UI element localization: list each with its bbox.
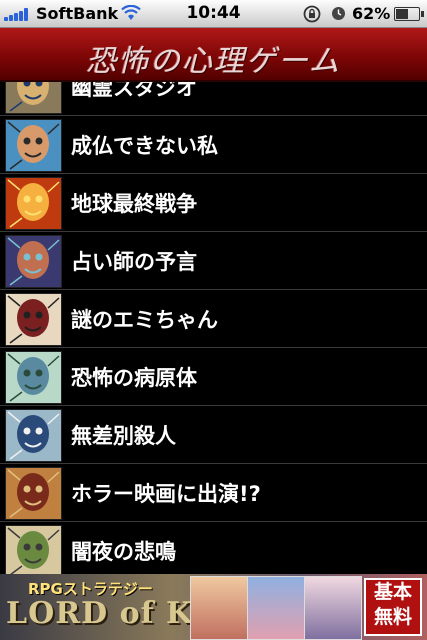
story-thumbnail — [5, 293, 62, 346]
list-item[interactable]: 無差別殺人 — [0, 406, 427, 464]
rotation-lock-icon — [303, 5, 321, 23]
list-item-label: 占い師の予言 — [71, 250, 197, 274]
list-item-label: 闇夜の悲鳴 — [71, 540, 176, 564]
story-thumbnail — [5, 119, 62, 172]
story-thumbnail — [5, 351, 62, 404]
alarm-clock-icon — [332, 7, 345, 20]
status-bar: SoftBank 10:44 62% — [0, 0, 427, 28]
list-item[interactable]: 占い師の予言 — [0, 232, 427, 290]
story-thumbnail — [5, 467, 62, 520]
story-thumbnail — [5, 177, 62, 230]
story-thumbnail — [5, 525, 62, 574]
list-item-label: 幽霊スタジオ — [71, 82, 197, 100]
list-item-label: 謎のエミちゃん — [71, 308, 218, 332]
list-item-label: 地球最終戦争 — [71, 192, 197, 216]
story-list[interactable]: 幽霊スタジオ成仏できない私 地球最終戦争 占い師の予言 謎のエミちゃん 恐怖の病原体 無差… — [0, 82, 427, 574]
story-thumbnail — [5, 235, 62, 288]
list-item[interactable]: 成仏できない私 — [0, 116, 427, 174]
list-item[interactable]: 恐怖の病原体 — [0, 348, 427, 406]
list-item-label: 成仏できない私 — [71, 134, 218, 158]
list-item[interactable]: 謎のエミちゃん — [0, 290, 427, 348]
list-item[interactable]: 闇夜の悲鳴 — [0, 522, 427, 574]
story-thumbnail — [5, 409, 62, 462]
battery-percent: 62% — [352, 4, 391, 23]
title-header: 恐怖の心理ゲーム — [0, 28, 427, 82]
story-thumbnail — [5, 82, 62, 114]
list-item-label: 恐怖の病原体 — [71, 366, 197, 390]
ad-banner[interactable]: RPGストラテジー LORD of KNIGHTS 基本 無料 — [0, 574, 427, 640]
free-to-play-badge: 基本 無料 — [364, 578, 422, 636]
list-item[interactable]: ホラー映画に出演!? — [0, 464, 427, 522]
list-item-label: 無差別殺人 — [71, 424, 176, 448]
ad-character-cards — [190, 576, 362, 640]
list-item[interactable]: 地球最終戦争 — [0, 174, 427, 232]
battery-icon — [394, 7, 424, 21]
list-item[interactable]: 幽霊スタジオ — [0, 82, 427, 116]
app-title: 恐怖の心理ゲーム — [85, 44, 342, 79]
list-item-label: ホラー映画に出演!? — [71, 482, 261, 506]
